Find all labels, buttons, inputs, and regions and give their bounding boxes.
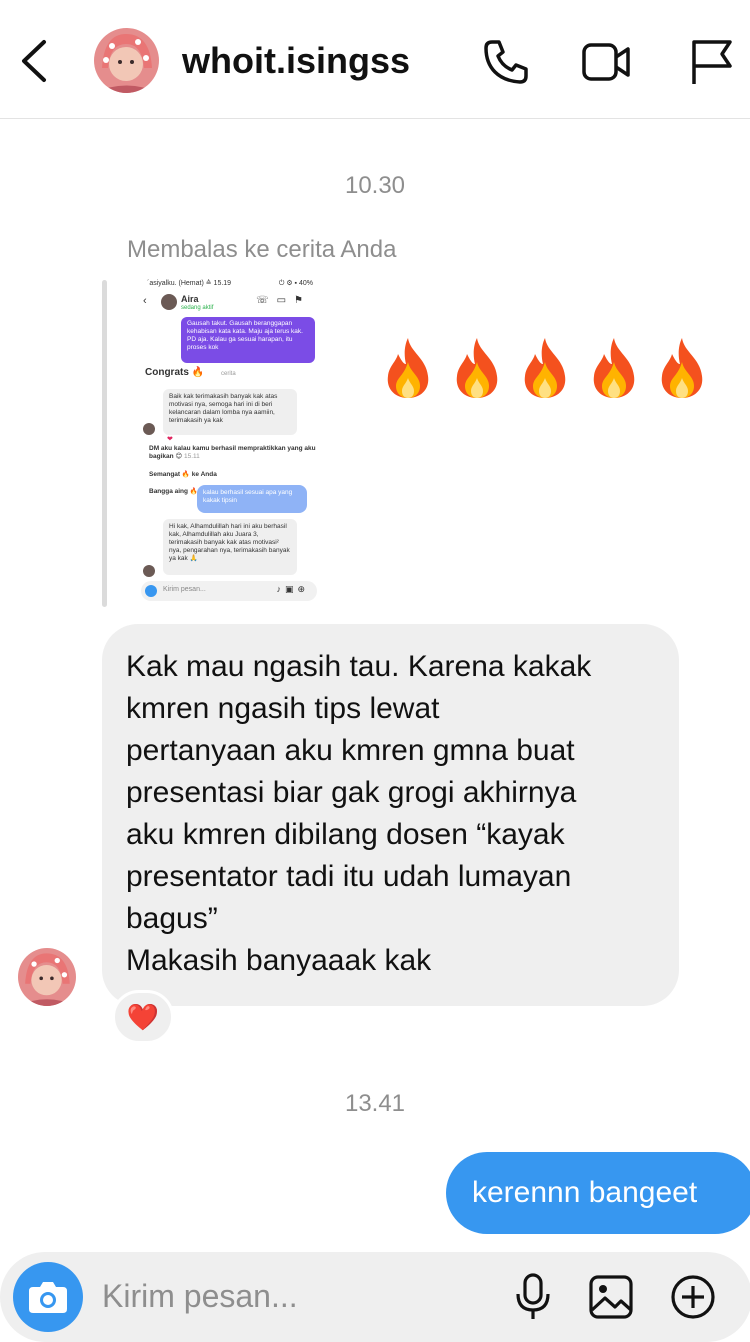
story-purple-message: Gausah takut. Gausah beranggapan kehabis… [181,317,315,363]
heart-icon: ❤️ [126,1001,160,1032]
story-input-icons: ♪▣⊕ [276,584,309,594]
story-input-bar: Kirim pesan... ♪▣⊕ [141,581,317,601]
add-circle-icon[interactable] [670,1272,716,1322]
message-input-placeholder[interactable]: Kirim pesan... [102,1278,298,1315]
story-mini-avatar [143,565,155,577]
video-camera-icon[interactable] [580,36,632,88]
camera-icon [29,1282,67,1313]
fire-emoji-icon [387,338,429,398]
story-back-icon: ‹ [143,295,147,307]
fire-emoji-icon [593,338,634,398]
story-mini-avatar [143,423,155,435]
story-input-placeholder: Kirim pesan... [163,586,206,593]
chat-header: whoit.isingss [0,0,750,119]
gallery-icon[interactable] [588,1272,634,1322]
story-heart-icon: ❤ [167,436,173,443]
timestamp: 13.41 [344,1090,406,1117]
timestamp: 10.30 [344,172,406,199]
back-chevron-icon[interactable] [18,38,52,84]
story-status-right: ⏻ ⚙ ▪ 40% [278,280,313,287]
sender-avatar[interactable] [18,948,76,1006]
flag-icon[interactable] [686,36,738,88]
story-blue-message: kalau berhasil sesuai apa yang kakak tip… [197,485,307,513]
fire-emoji-icon [524,338,566,398]
story-reply-label: Membalas ke cerita Anda [127,236,397,263]
story-bold-message: DM aku kalau kamu berhasil mempraktikkan… [149,445,316,460]
story-header-icons: ☏▭⚑ [256,295,311,306]
reply-indicator-bar [102,280,107,607]
story-contact-status: sedang aktif [181,305,214,311]
story-bold-time: 15.11 [183,453,200,460]
contact-avatar[interactable] [94,28,159,93]
microphone-icon[interactable] [510,1272,556,1322]
story-gray-message: Baik kak terimakasih banyak kak atas mot… [163,389,297,435]
heart-reaction[interactable]: ❤️ [112,990,174,1044]
story-contact-name: Aira [181,294,199,304]
phone-icon[interactable] [480,36,532,88]
fire-emoji-icon [456,338,497,398]
story-contact-avatar [161,294,177,310]
fire-emoji-icon [661,338,703,398]
story-status-left: ´asiyalku. (Hemat) ≙ 15.19 [147,280,232,287]
story-screenshot[interactable]: ´asiyalku. (Hemat) ≙ 15.19 ⏻ ⚙ ▪ 40% ‹ A… [135,275,325,605]
outgoing-message-bubble[interactable]: kerennn bangeet [446,1152,750,1234]
incoming-message-text: Kak mau ngasih tau. Karena kakak kmren n… [126,650,592,977]
incoming-message-bubble[interactable]: Kak mau ngasih tau. Karena kakak kmren n… [102,624,679,1006]
story-semangat-text: Semangat 🔥 ke Anda [149,471,217,478]
story-gray-message-2: Hi kak, Alhamdulillah hari ini aku berha… [163,519,297,575]
story-congrats-text: Congrats 🔥 [145,367,205,378]
story-camera-icon [145,585,157,597]
story-congrats-meta: cerita [221,371,236,377]
camera-button[interactable] [13,1262,83,1332]
story-bangga-text: Bangga aing 🔥 [149,488,198,495]
contact-username[interactable]: whoit.isingss [182,40,410,82]
fire-reaction-row [380,336,710,402]
